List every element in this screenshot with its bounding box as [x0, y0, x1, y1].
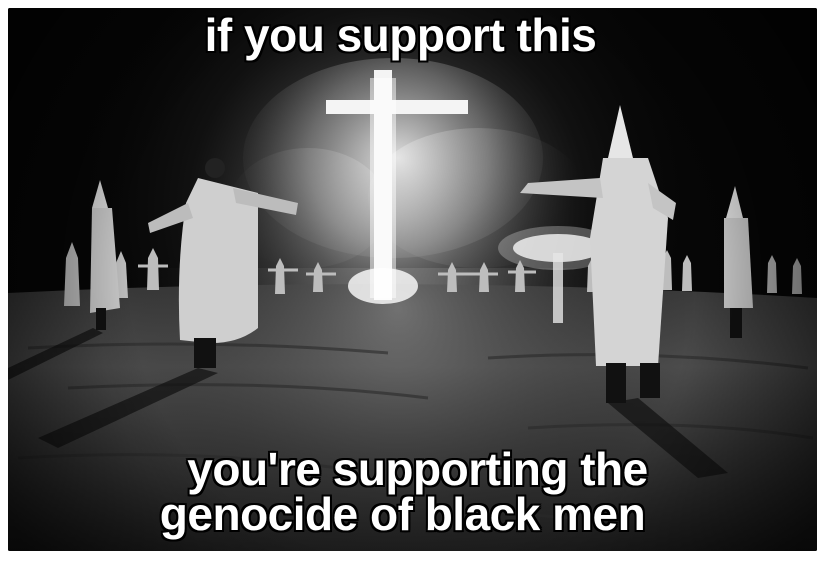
meme-bottom-caption-line1: you're supporting the: [187, 443, 648, 495]
meme-bottom-caption-line2: genocide of black men: [159, 488, 646, 540]
meme-frame: if you support this you're supporting th…: [0, 0, 825, 567]
meme-bottom-caption: you're supporting the genocide of black …: [0, 443, 825, 540]
meme-top-caption: if you support this: [204, 9, 597, 61]
